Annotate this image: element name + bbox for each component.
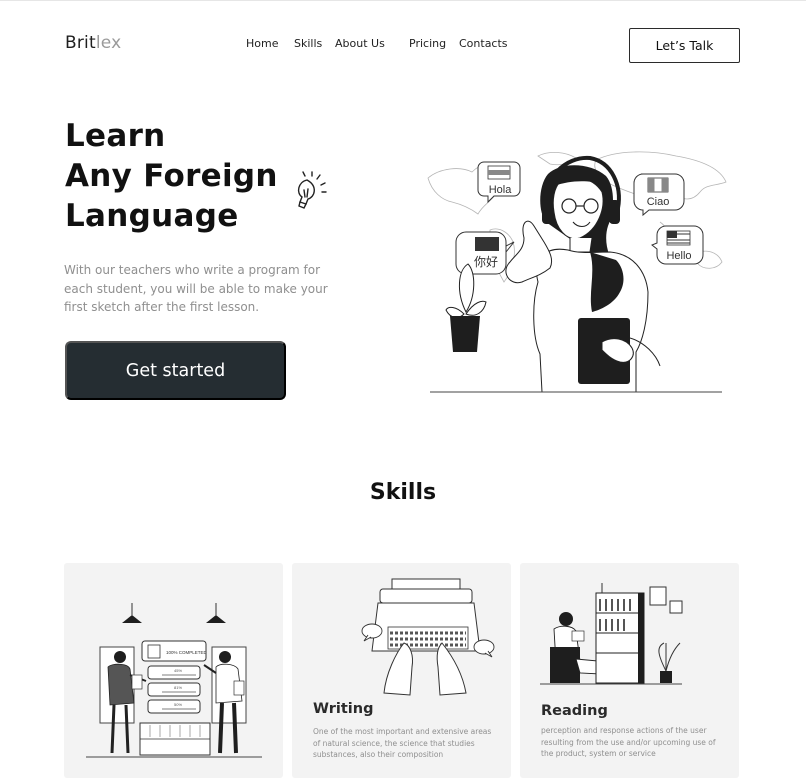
- lightbulb-icon: [297, 171, 327, 209]
- bookshelf-icon: [139, 722, 211, 756]
- logo-part-2: lex: [95, 33, 122, 53]
- hero-title: Learn Any Foreign Language: [65, 116, 278, 236]
- hero-title-line-3: Language: [65, 198, 239, 234]
- writing-card-title: Writing: [313, 701, 374, 717]
- book-icon: [571, 630, 585, 642]
- logo-part-1: Brit: [65, 33, 96, 53]
- progress-label: 100% COMPLETED: [166, 650, 208, 655]
- china-flag-icon: [475, 237, 499, 251]
- speech-bubble-hola: Hola: [477, 161, 521, 204]
- bookcase-icon: [595, 583, 645, 684]
- hero-title-line-2: Any Foreign: [65, 158, 278, 194]
- potted-plant-icon: [445, 263, 487, 352]
- speech-bubble-hello: Hello: [651, 225, 704, 265]
- progress-item-1: 45%: [174, 668, 182, 673]
- nav-home[interactable]: Home: [246, 37, 278, 50]
- skill-card-speaking[interactable]: 100% COMPLETED 45% 81% 50%: [64, 563, 283, 778]
- reading-card-description: perception and response actions of the u…: [541, 726, 716, 758]
- progress-item-3: 50%: [174, 702, 182, 707]
- skill-card-reading[interactable]: Reading perception and response actions …: [520, 563, 739, 778]
- speech-bubble-ciao: Ciao: [633, 173, 685, 217]
- lets-talk-button[interactable]: Let’s Talk: [629, 28, 740, 63]
- pendant-lamp-icon: [122, 603, 226, 623]
- progress-panel: 100% COMPLETED 45% 81% 50%: [141, 640, 208, 714]
- nav-about-us[interactable]: About Us: [335, 37, 385, 50]
- progress-item-2: 81%: [174, 685, 182, 690]
- bubble-text-chinese: 你好: [474, 255, 498, 269]
- hero-illustration: Hola Ciao 你好 Hello: [427, 151, 727, 393]
- hero-title-line-1: Learn: [65, 118, 166, 154]
- skill-card-illustration: 100% COMPLETED 45% 81% 50%: [86, 603, 262, 758]
- potted-plant-icon: [658, 642, 681, 683]
- skill-card-writing[interactable]: Writing One of the most important and ex…: [292, 563, 511, 778]
- skills-section-title: Skills: [369, 480, 437, 505]
- bubble-text-hello: Hello: [666, 250, 691, 262]
- hero-subtitle: With our teachers who write a program fo…: [64, 263, 328, 314]
- nav-contacts[interactable]: Contacts: [459, 37, 508, 50]
- get-started-button[interactable]: Get started: [65, 341, 286, 400]
- writing-card-description: One of the most important and extensive …: [313, 727, 492, 759]
- top-divider: [0, 0, 806, 1]
- nav-skills[interactable]: Skills: [294, 37, 322, 50]
- picture-frame-icon: [649, 586, 667, 606]
- typewriter-icon: [371, 578, 481, 652]
- bubble-text-ciao: Ciao: [647, 196, 670, 208]
- picture-frame-icon: [669, 600, 683, 614]
- nav-pricing[interactable]: Pricing: [409, 37, 446, 50]
- reading-card-title: Reading: [541, 703, 608, 719]
- bubble-text-hola: Hola: [489, 184, 513, 196]
- logo[interactable]: Britlex: [65, 33, 121, 53]
